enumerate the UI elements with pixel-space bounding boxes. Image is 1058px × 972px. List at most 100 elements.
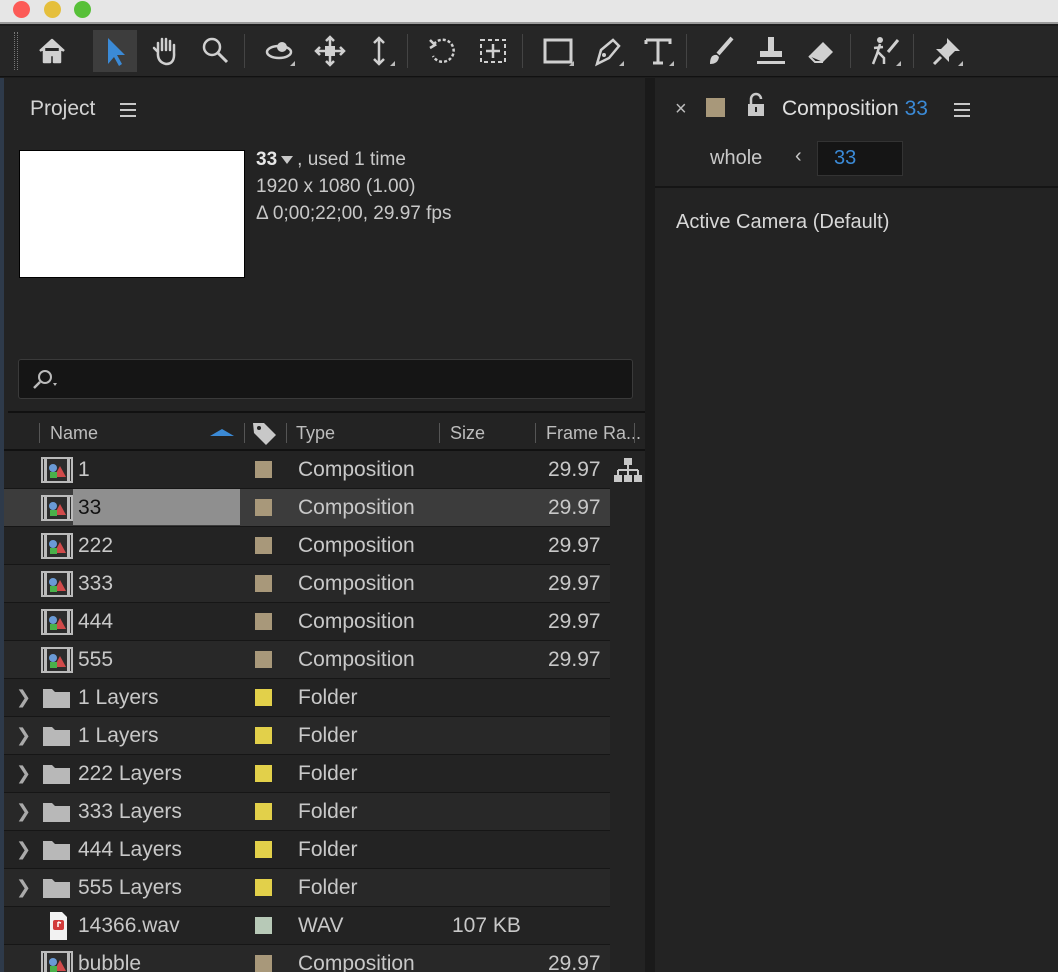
project-item-row[interactable]: 333 Composition 29.97: [4, 565, 610, 603]
close-tab-button[interactable]: ×: [675, 98, 687, 121]
expand-chevron-icon[interactable]: ❯: [16, 725, 31, 746]
folder-icon: [40, 759, 74, 795]
item-type: Composition: [298, 610, 415, 633]
item-type: Composition: [298, 572, 415, 595]
toolbar-grip[interactable]: [14, 32, 18, 70]
project-search-input[interactable]: [18, 359, 633, 399]
label-color-swatch[interactable]: [255, 727, 272, 744]
clone-stamp-icon[interactable]: [749, 30, 793, 72]
tools-toolbar: [0, 26, 1058, 77]
label-color-swatch[interactable]: [255, 537, 272, 554]
label-color-swatch[interactable]: [255, 841, 272, 858]
zoom-window-button[interactable]: [74, 1, 91, 18]
item-type: Folder: [298, 800, 358, 823]
pin-icon[interactable]: [925, 30, 969, 72]
project-item-row[interactable]: 1 Composition 29.97: [4, 451, 610, 489]
label-color-swatch[interactable]: [255, 613, 272, 630]
panel-splitter[interactable]: [645, 78, 655, 972]
close-window-button[interactable]: [13, 1, 30, 18]
project-item-row[interactable]: 33 Composition 29.97: [4, 489, 610, 527]
composition-panel: × Composition 33 whole ‹ 33 Active Camer…: [655, 78, 1058, 972]
selection-arrow-icon[interactable]: [93, 30, 137, 72]
label-tag-icon[interactable]: [251, 420, 279, 446]
dolly-camera-icon[interactable]: [357, 30, 401, 72]
label-color-swatch[interactable]: [255, 917, 272, 934]
label-color-swatch[interactable]: [255, 955, 272, 972]
home-icon[interactable]: [30, 30, 74, 72]
project-item-row[interactable]: 222 Composition 29.97: [4, 527, 610, 565]
project-item-row[interactable]: ❯ 222 Layers Folder: [4, 755, 610, 793]
item-size: 107 KB: [452, 914, 521, 937]
expand-chevron-icon[interactable]: ❯: [16, 801, 31, 822]
eraser-icon[interactable]: [800, 30, 844, 72]
current-comp-tab[interactable]: 33: [817, 141, 903, 176]
active-camera-label: Active Camera (Default): [676, 211, 890, 233]
pan-camera-icon[interactable]: [308, 30, 352, 72]
composition-icon: [40, 493, 74, 529]
item-type: Composition: [298, 952, 415, 972]
item-type: WAV: [298, 914, 344, 937]
hand-icon[interactable]: [144, 30, 188, 72]
rectangle-icon[interactable]: [536, 30, 580, 72]
flowchart-icon[interactable]: [613, 456, 643, 486]
item-name: 555 Layers: [78, 876, 182, 899]
label-color-swatch[interactable]: [255, 651, 272, 668]
project-menu-icon[interactable]: [120, 103, 136, 117]
rotation-icon[interactable]: [421, 30, 465, 72]
folder-icon: [40, 797, 74, 833]
project-item-row[interactable]: ❯ 1 Layers Folder: [4, 717, 610, 755]
item-type: Composition: [298, 496, 415, 519]
project-item-row[interactable]: ❯ 555 Layers Folder: [4, 869, 610, 907]
label-color-swatch[interactable]: [255, 499, 272, 516]
column-name-header[interactable]: Name: [50, 423, 98, 444]
project-item-row[interactable]: 555 Composition 29.97: [4, 641, 610, 679]
project-item-row[interactable]: 14366.wav WAV 107 KB: [4, 907, 610, 945]
comp-info: 33 , used 1 time 1920 x 1080 (1.00) Δ 0;0…: [256, 146, 451, 227]
view-label[interactable]: whole: [710, 147, 762, 170]
composition-tab-title[interactable]: Composition 33: [782, 97, 928, 121]
item-name: bubble: [78, 952, 142, 972]
label-color-swatch[interactable]: [255, 689, 272, 706]
expand-chevron-icon[interactable]: ❯: [16, 839, 31, 860]
comp-usage-dropdown-icon[interactable]: [281, 155, 294, 164]
sort-ascending-icon[interactable]: [210, 429, 234, 436]
comp-duration: Δ 0;00;22;00, 29.97 fps: [256, 203, 452, 224]
project-panel-header: Project: [4, 78, 645, 138]
project-item-row[interactable]: bubble Composition 29.97: [4, 945, 610, 972]
item-type: Folder: [298, 686, 358, 709]
brush-icon[interactable]: [699, 30, 743, 72]
item-name: 1 Layers: [78, 686, 159, 709]
pen-icon[interactable]: [586, 30, 630, 72]
label-color-swatch[interactable]: [255, 803, 272, 820]
roto-brush-icon[interactable]: [863, 30, 907, 72]
project-items-list: 1 Composition 29.97 33 Composition 29.97 222 Co…: [4, 451, 610, 972]
item-name: 222: [78, 534, 114, 557]
item-name: 555: [78, 648, 114, 671]
project-item-row[interactable]: ❯ 1 Layers Folder: [4, 679, 610, 717]
expand-chevron-icon[interactable]: ❯: [16, 687, 31, 708]
column-type-header[interactable]: Type: [296, 423, 335, 444]
zoom-icon[interactable]: [193, 30, 237, 72]
project-item-row[interactable]: 444 Composition 29.97: [4, 603, 610, 641]
item-frame-rate: 29.97: [548, 648, 601, 671]
minimize-window-button[interactable]: [44, 1, 61, 18]
label-color-swatch[interactable]: [255, 879, 272, 896]
label-color-swatch[interactable]: [255, 765, 272, 782]
unlock-icon[interactable]: [745, 92, 767, 118]
project-item-row[interactable]: ❯ 444 Layers Folder: [4, 831, 610, 869]
pan-behind-icon[interactable]: [471, 30, 515, 72]
orbit-camera-icon[interactable]: [257, 30, 301, 72]
audio-file-icon: [40, 911, 74, 947]
column-size-header[interactable]: Size: [450, 423, 485, 444]
column-fps-header[interactable]: Frame Ra...: [546, 423, 641, 444]
composition-title-label: Composition: [782, 97, 899, 120]
expand-chevron-icon[interactable]: ❯: [16, 877, 31, 898]
project-item-row[interactable]: ❯ 333 Layers Folder: [4, 793, 610, 831]
expand-chevron-icon[interactable]: ❯: [16, 763, 31, 784]
label-color-swatch[interactable]: [255, 461, 272, 478]
item-frame-rate: 29.97: [548, 534, 601, 557]
back-chevron-icon[interactable]: ‹: [795, 145, 802, 168]
composition-menu-icon[interactable]: [954, 103, 970, 117]
text-icon[interactable]: [636, 30, 680, 72]
label-color-swatch[interactable]: [255, 575, 272, 592]
